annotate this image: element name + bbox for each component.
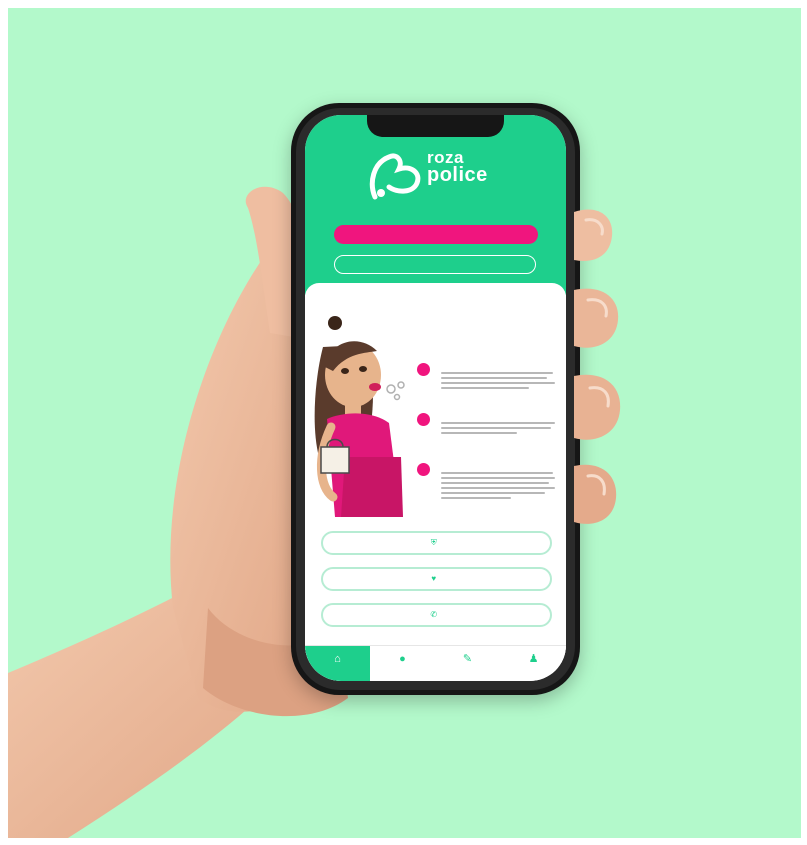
link-button-contacts[interactable]: ✆ — [321, 603, 552, 627]
link-button-protection[interactable]: ⛨ — [321, 531, 552, 555]
feature-number-badge — [417, 413, 430, 426]
phone-notch — [367, 115, 504, 137]
logo-text-second: police — [427, 164, 488, 186]
app-header: roza police — [305, 115, 566, 295]
cartoon-illustration — [314, 316, 405, 517]
secondary-button[interactable] — [334, 255, 536, 274]
link-button-faq[interactable]: ♥ — [321, 567, 552, 591]
tab-home[interactable]: ⌂ — [305, 646, 370, 681]
heart-icon: ♥ — [431, 574, 437, 583]
info-icon: ● — [399, 653, 406, 665]
tab-report[interactable]: ✎ — [435, 646, 500, 681]
user-icon: ♟ — [528, 653, 539, 665]
pencil-icon: ✎ — [462, 653, 473, 665]
primary-button[interactable] — [334, 225, 538, 244]
feature-number-badge — [417, 363, 430, 376]
photo-background: roza police ⛨ ♥ ✆ ⌂ ● ✎ ♟ — [8, 8, 801, 838]
shield-icon: ⛨ — [430, 538, 438, 547]
app-logo: roza police — [367, 147, 517, 209]
home-icon: ⌂ — [334, 653, 341, 665]
tab-profile[interactable]: ♟ — [501, 646, 566, 681]
bottom-tab-bar: ⌂ ● ✎ ♟ — [305, 645, 566, 681]
tab-info[interactable]: ● — [370, 646, 435, 681]
logo-mark-icon — [369, 153, 421, 200]
smartphone: roza police ⛨ ♥ ✆ ⌂ ● ✎ ♟ — [291, 103, 580, 695]
phone-icon: ✆ — [430, 610, 438, 619]
feature-number-badge — [417, 463, 430, 476]
app-screen: roza police ⛨ ♥ ✆ ⌂ ● ✎ ♟ — [305, 115, 566, 681]
